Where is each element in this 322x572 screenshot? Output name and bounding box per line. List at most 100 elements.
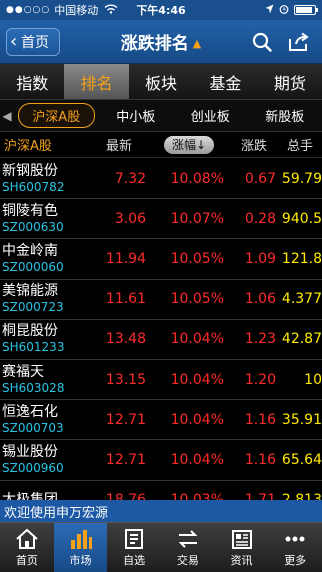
stock-code: SZ000060 xyxy=(2,259,64,274)
table-row[interactable]: 铜陵有色 SZ000630 3.06 10.07% 0.28 940.5 xyxy=(0,199,322,240)
table-row[interactable]: 中金岭南 SZ000060 11.94 10.05% 1.09 121.8 xyxy=(0,239,322,280)
bottom-tab-label: 更多 xyxy=(284,553,307,567)
stock-code: SZ000723 xyxy=(2,300,64,315)
category-tabs: 指数 排名 板块 基金 期货 xyxy=(0,64,322,100)
stock-name: 铜陵有色 xyxy=(2,202,58,219)
stock-code: SZ000960 xyxy=(2,460,64,475)
news-icon xyxy=(230,528,254,550)
stock-volume: 42.87 xyxy=(281,331,322,348)
table-row[interactable]: 赛福天 SH603028 13.15 10.04% 1.20 10 xyxy=(0,359,322,401)
stock-delta: 1.09 xyxy=(244,250,276,267)
stock-list: 新钢股份 SH600782 7.32 10.08% 0.67 59.79 铜陵有色… xyxy=(0,159,322,521)
stock-volume: 35.91 xyxy=(281,411,322,428)
tab-label: 板块 xyxy=(145,73,178,93)
table-row[interactable]: 锡业股份 SZ000960 12.71 10.04% 1.16 65.64 xyxy=(0,440,322,481)
stock-change: 10.04% xyxy=(170,451,224,468)
bottom-tab-market[interactable]: 市场 xyxy=(53,523,108,572)
subtab-shsz-a[interactable]: 沪深A股 xyxy=(18,103,95,128)
tab-label: 期货 xyxy=(273,73,306,93)
bottom-tab-label: 资讯 xyxy=(230,553,253,567)
stock-name: 恒逸石化 xyxy=(2,403,58,420)
watchlist-icon xyxy=(122,528,146,550)
stock-price: 13.48 xyxy=(105,331,146,348)
sort-change-pill[interactable]: 涨幅↓ xyxy=(163,135,215,154)
stock-code: SH601233 xyxy=(2,340,65,355)
back-home-button[interactable]: 首页 xyxy=(6,27,60,56)
tab-label: 指数 xyxy=(16,73,49,93)
stock-change: 10.04% xyxy=(170,331,224,348)
stock-code: SZ000630 xyxy=(2,219,64,234)
tab-index[interactable]: 指数 xyxy=(0,64,64,99)
subtab-chinext[interactable]: 创业板 xyxy=(173,106,248,125)
stock-volume: 59.79 xyxy=(281,170,322,187)
header-change[interactable]: 涨幅↓ xyxy=(148,135,230,154)
stock-delta: 1.16 xyxy=(244,451,276,468)
table-row[interactable]: 美锦能源 SZ000723 11.61 10.05% 1.06 4.377 xyxy=(0,279,322,320)
bottom-tab-label: 交易 xyxy=(176,553,199,567)
stock-name: 桐昆股份 xyxy=(2,323,58,340)
bottom-tab-bar: 首页 市场 自选 交易 资讯 更多 xyxy=(0,522,322,572)
bottom-tab-label: 首页 xyxy=(15,553,38,567)
stock-price: 11.94 xyxy=(105,250,146,267)
bottom-tab-news[interactable]: 资讯 xyxy=(215,523,269,572)
bottom-tab-home[interactable]: 首页 xyxy=(0,523,54,572)
stock-price: 7.32 xyxy=(114,170,146,187)
table-row[interactable]: 新钢股份 SH600782 7.32 10.08% 0.67 59.79 xyxy=(0,159,322,200)
stock-volume: 121.8 xyxy=(281,250,322,267)
stock-change: 10.05% xyxy=(170,250,224,267)
location-icon xyxy=(265,4,274,17)
bottom-tab-trade[interactable]: 交易 xyxy=(161,523,215,572)
scroll-left-arrow-icon[interactable]: ◀ xyxy=(0,109,14,123)
stock-name: 新钢股份 xyxy=(2,162,58,179)
wifi-icon xyxy=(104,4,118,17)
page-title-text: 涨跌排名 xyxy=(120,34,189,54)
stock-volume: 65.64 xyxy=(281,451,322,468)
bottom-tab-watchlist[interactable]: 自选 xyxy=(107,523,161,572)
home-icon xyxy=(15,528,39,550)
subtab-sme[interactable]: 中小板 xyxy=(99,106,174,125)
stock-price: 12.71 xyxy=(105,411,146,428)
stock-code: SH600782 xyxy=(2,179,65,194)
header-volume[interactable]: 总手 xyxy=(278,135,322,154)
tab-ranking[interactable]: 排名 xyxy=(64,64,129,99)
stock-change: 10.07% xyxy=(170,210,224,227)
stock-delta: 0.67 xyxy=(244,170,276,187)
stock-name: 美锦能源 xyxy=(2,283,58,300)
tab-fund[interactable]: 基金 xyxy=(193,64,257,99)
share-icon[interactable] xyxy=(288,32,310,52)
stock-name: 中金岭南 xyxy=(2,242,58,259)
carrier-label: 中国移动 xyxy=(54,4,99,17)
stock-price: 11.61 xyxy=(105,291,146,308)
navigation-bar: 首页 涨跌排名 ▲ xyxy=(0,20,322,64)
stock-name: 赛福天 xyxy=(2,363,44,380)
back-button-label: 首页 xyxy=(21,34,49,51)
table-header: 沪深A股 最新 涨幅↓ 涨跌 总手 xyxy=(0,132,322,158)
subtab-new-shares[interactable]: 新股板 xyxy=(248,106,322,125)
stock-delta: 1.20 xyxy=(244,371,276,388)
tab-futures[interactable]: 期货 xyxy=(258,64,322,99)
stock-volume: 10 xyxy=(304,371,322,388)
header-price[interactable]: 最新 xyxy=(90,135,148,154)
table-row[interactable]: 恒逸石化 SZ000703 12.71 10.04% 1.16 35.91 xyxy=(0,400,322,441)
bottom-tab-label: 自选 xyxy=(123,553,146,567)
stock-price: 3.06 xyxy=(114,210,146,227)
signal-strength-icon: ●●○○○ xyxy=(6,5,51,15)
search-icon[interactable] xyxy=(252,32,272,52)
tab-label: 排名 xyxy=(80,73,113,93)
tab-label: 基金 xyxy=(209,73,242,93)
stock-change: 10.04% xyxy=(170,411,224,428)
stock-price: 13.15 xyxy=(105,371,146,388)
stock-delta: 1.16 xyxy=(244,411,276,428)
stock-code: SH603028 xyxy=(2,380,65,395)
bar-chart-icon xyxy=(69,528,93,550)
triangle-up-icon[interactable]: ▲ xyxy=(193,37,201,50)
more-dots-icon xyxy=(283,528,307,550)
battery-icon xyxy=(294,5,318,15)
table-row[interactable]: 桐昆股份 SH601233 13.48 10.04% 1.23 42.87 xyxy=(0,319,322,360)
stock-change: 10.05% xyxy=(170,291,224,308)
header-delta[interactable]: 涨跌 xyxy=(230,135,278,154)
market-label: 沪深A股 xyxy=(4,139,52,154)
trade-arrows-icon xyxy=(176,528,200,550)
bottom-tab-more[interactable]: 更多 xyxy=(268,523,322,572)
tab-sector[interactable]: 板块 xyxy=(129,64,193,99)
